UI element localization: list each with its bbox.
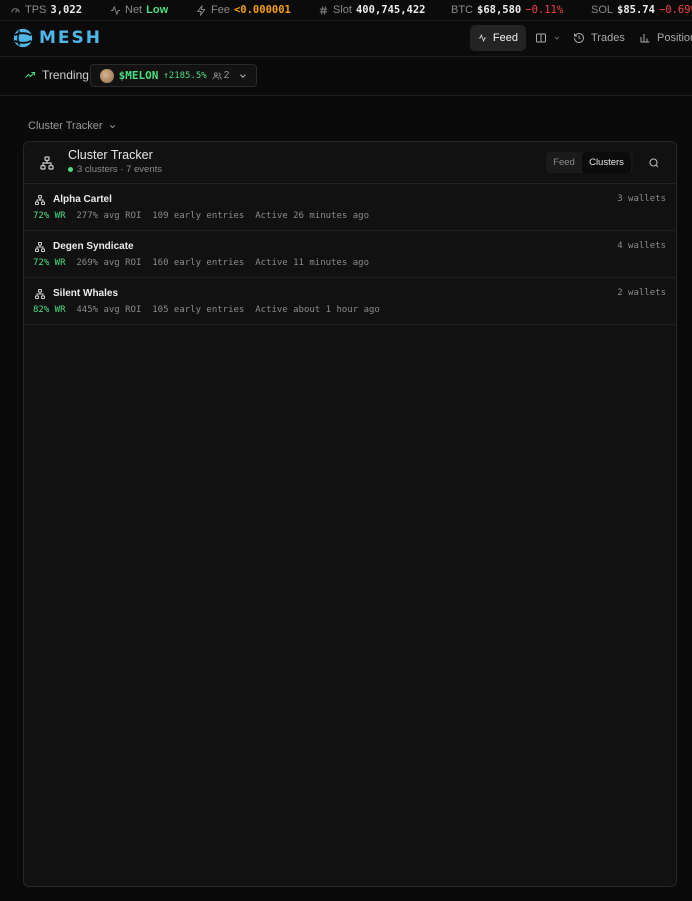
cluster-last-active: Active about 1 hour ago — [255, 305, 380, 315]
app-header: MESH Feed Trades Positions — [0, 21, 692, 57]
cluster-early-entries: 160 early entries — [152, 258, 245, 268]
cluster-win-rate: 72% WR — [33, 258, 66, 268]
panel-subtitle: 3 clusters · 7 events — [68, 164, 162, 175]
cluster-wallet-count: 2 wallets — [617, 288, 666, 298]
cluster-stats: 82% WR 445% avg ROI 105 early entries Ac… — [33, 305, 380, 315]
cluster-last-active: Active 26 minutes ago — [255, 211, 369, 221]
cluster-row[interactable]: Silent Whales 2 wallets 82% WR 445% avg … — [24, 278, 676, 325]
layout-toggle-button[interactable] — [527, 25, 569, 51]
ticker-net-label: Net — [125, 4, 143, 16]
gauge-icon — [11, 7, 20, 13]
brand-logo[interactable]: MESH — [12, 27, 102, 49]
trending-up-icon — [25, 72, 35, 78]
ticker-btc-value: $68,580 — [477, 4, 522, 16]
ticker-slot: Slot 400,745,422 — [318, 4, 426, 16]
ticker-fee: Fee <0.000001 — [196, 4, 291, 16]
cluster-stats: 72% WR 269% avg ROI 160 early entries Ac… — [33, 258, 369, 268]
section-selector-label: Cluster Tracker — [28, 120, 103, 132]
live-status-dot — [68, 167, 73, 172]
ticker-slot-value: 400,745,422 — [355, 4, 426, 16]
cluster-early-entries: 105 early entries — [152, 305, 245, 315]
bar-chart-icon — [640, 34, 650, 43]
activity-icon — [478, 33, 487, 43]
cluster-last-active: Active 11 minutes ago — [255, 258, 369, 268]
cluster-row[interactable]: Degen Syndicate 4 wallets 72% WR 269% av… — [24, 231, 676, 278]
ticker-net-value: Low — [146, 4, 169, 16]
cluster-icon — [35, 242, 45, 252]
token-avatar — [100, 68, 114, 83]
cluster-icon — [35, 289, 45, 299]
nav-trades-button[interactable]: Trades — [565, 25, 633, 51]
nav-feed-button[interactable]: Feed — [470, 25, 526, 51]
cluster-avg-roi: 277% avg ROI — [76, 211, 142, 221]
cluster-row[interactable]: Alpha Cartel 3 wallets 72% WR 277% avg R… — [24, 184, 676, 231]
ticker-sol-value: $85.74 — [617, 4, 655, 16]
activity-icon — [110, 5, 121, 15]
token-holders: 2 — [212, 70, 230, 81]
view-toggle: Feed Clusters — [546, 152, 633, 173]
trending-label: Trending — [24, 68, 89, 82]
cluster-name: Alpha Cartel — [53, 194, 112, 205]
cluster-avg-roi: 445% avg ROI — [76, 305, 142, 315]
brand-name: MESH — [39, 28, 103, 48]
cluster-win-rate: 72% WR — [33, 211, 66, 221]
cluster-win-rate: 82% WR — [33, 305, 66, 315]
users-icon — [212, 71, 222, 79]
chevron-down-icon — [109, 124, 115, 128]
cluster-early-entries: 109 early entries — [152, 211, 245, 221]
ticker-fee-value: <0.000001 — [233, 4, 291, 16]
hash-icon — [319, 5, 328, 15]
view-toggle-clusters[interactable]: Clusters — [582, 152, 631, 173]
cluster-avg-roi: 269% avg ROI — [76, 258, 142, 268]
cluster-icon — [35, 195, 45, 205]
search-icon[interactable] — [648, 157, 660, 169]
ticker-btc: BTC $68,580 −0.11% — [451, 4, 563, 16]
ticker-btc-label: BTC — [451, 4, 473, 16]
trending-bar: Trending $MELON ↑2185.5% 2 — [0, 57, 692, 96]
section-selector[interactable]: Cluster Tracker — [28, 120, 117, 132]
panel-header: Cluster Tracker 3 clusters · 7 events Fe… — [24, 142, 676, 184]
token-symbol: $MELON — [118, 69, 159, 82]
cluster-name: Silent Whales — [53, 288, 119, 299]
ticker-btc-change: −0.11% — [525, 4, 564, 16]
ticker-sol: SOL $85.74 −0.69% — [591, 4, 692, 16]
cluster-name: Degen Syndicate — [53, 241, 134, 252]
chevron-down-icon — [240, 73, 246, 78]
nav-positions-label: Positions — [657, 32, 692, 44]
panel-title: Cluster Tracker — [68, 148, 153, 162]
ticker-slot-label: Slot — [333, 4, 352, 16]
token-holders-count: 2 — [223, 70, 230, 81]
columns-icon — [536, 33, 546, 43]
ticker-tps: TPS 3,022 — [10, 4, 82, 16]
ticker-fee-label: Fee — [211, 4, 230, 16]
cluster-icon — [40, 156, 54, 170]
cluster-wallet-count: 3 wallets — [617, 194, 666, 204]
ticker-sol-label: SOL — [591, 4, 614, 16]
ticker-net: Net Low — [110, 4, 168, 16]
zap-icon — [196, 4, 206, 16]
panel-subtitle-text: 3 clusters · 7 events — [77, 164, 163, 175]
nav-feed-label: Feed — [492, 32, 518, 44]
nav-positions-button[interactable]: Positions — [631, 25, 692, 51]
cluster-tracker-panel: Cluster Tracker 3 clusters · 7 events Fe… — [23, 141, 677, 887]
mesh-logo-icon — [13, 28, 33, 48]
nav-trades-label: Trades — [591, 32, 625, 44]
cluster-wallet-count: 4 wallets — [617, 241, 666, 251]
view-toggle-feed[interactable]: Feed — [546, 152, 582, 173]
trending-label-text: Trending — [42, 68, 89, 82]
history-icon — [574, 33, 584, 43]
chevron-down-icon — [554, 36, 560, 40]
status-ticker: TPS 3,022 Net Low Fee <0.000001 Slot 400… — [0, 0, 692, 21]
token-change: ↑2185.5% — [163, 70, 207, 81]
ticker-sol-change: −0.69% — [658, 4, 692, 16]
ticker-tps-value: 3,022 — [50, 4, 83, 16]
cluster-stats: 72% WR 277% avg ROI 109 early entries Ac… — [33, 211, 369, 221]
ticker-tps-label: TPS — [25, 4, 47, 16]
trending-token-chip[interactable]: $MELON ↑2185.5% 2 — [90, 64, 257, 87]
